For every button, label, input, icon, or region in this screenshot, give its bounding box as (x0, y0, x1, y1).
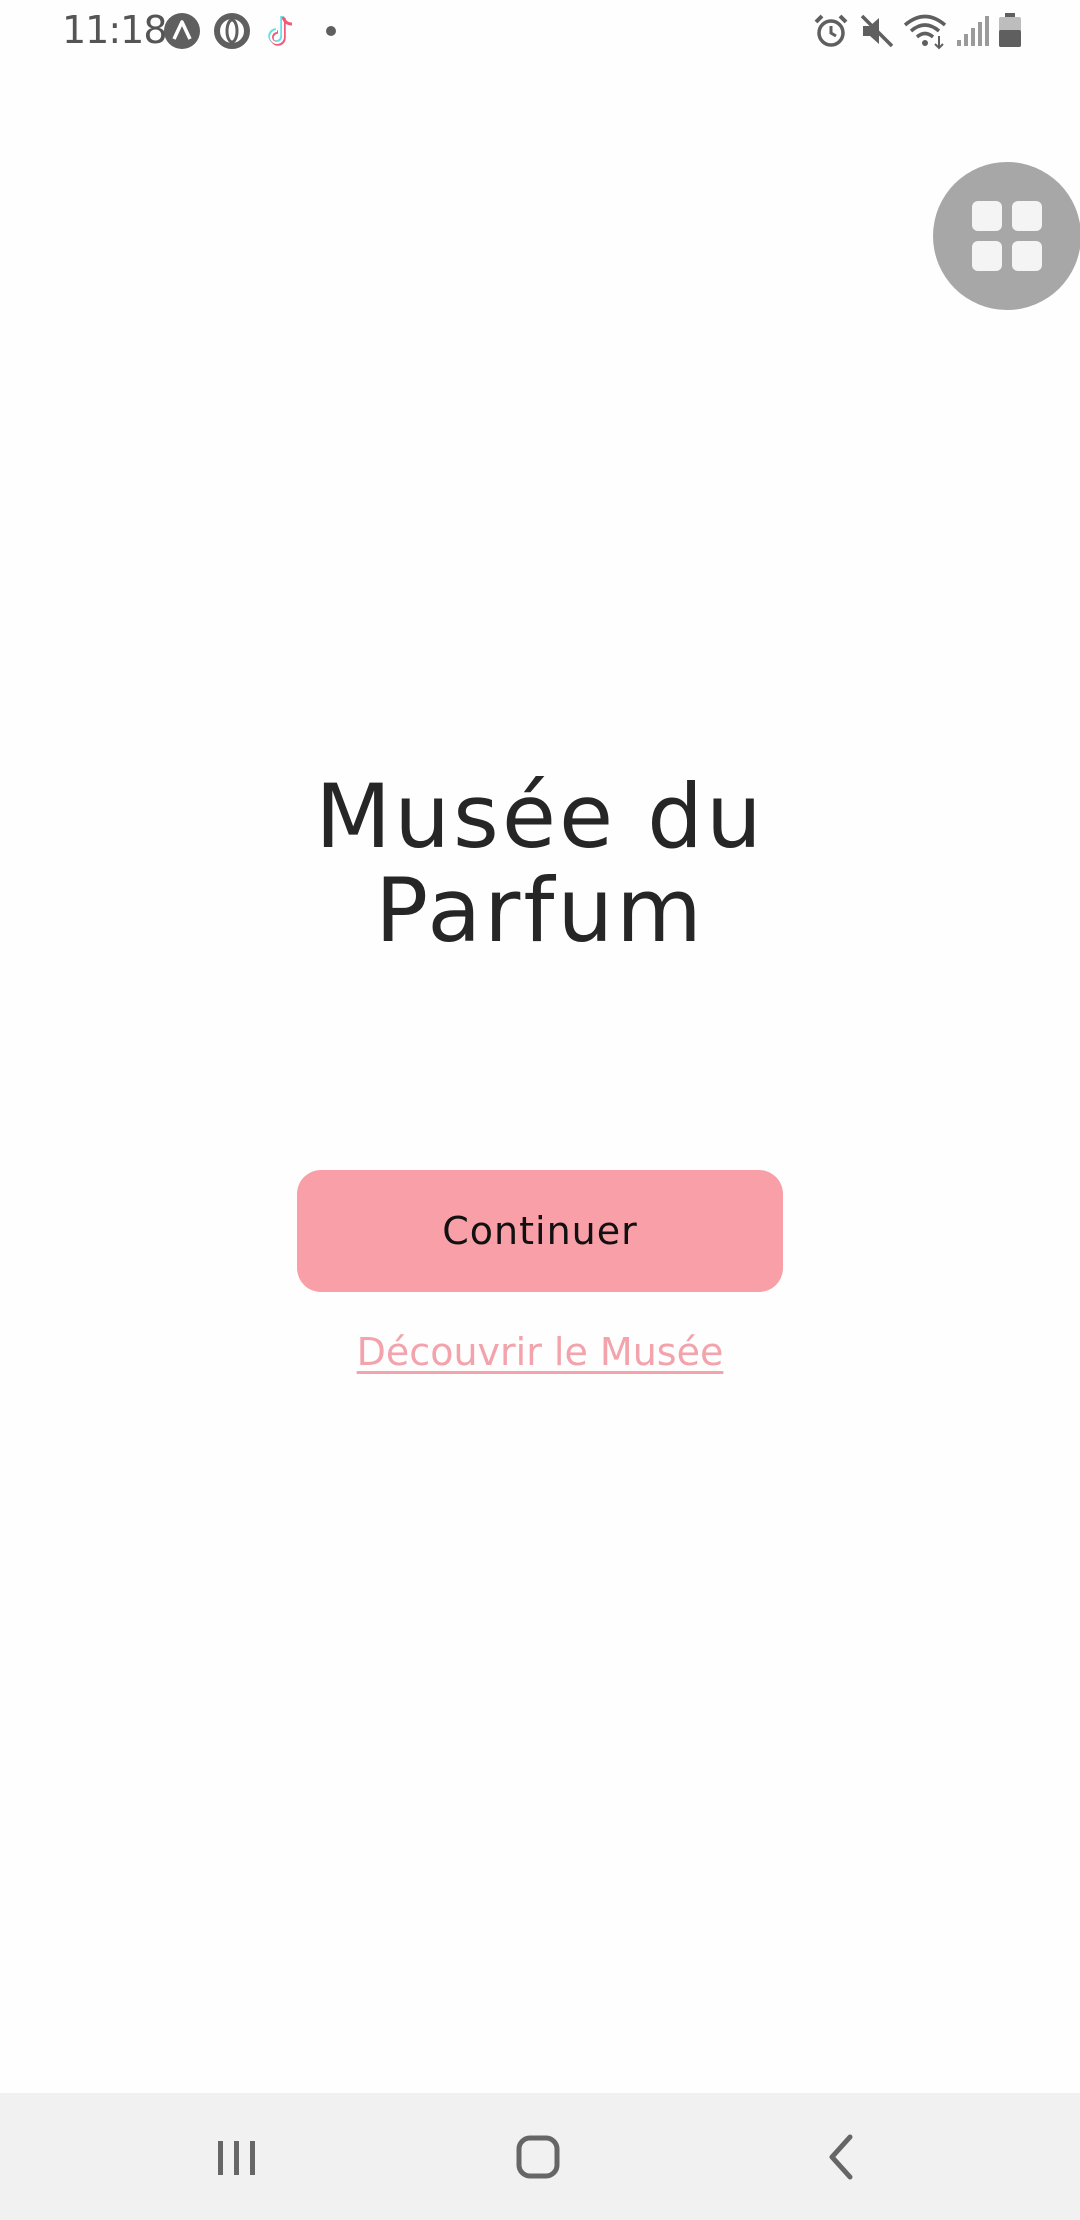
mute-icon (858, 12, 896, 50)
grid-icon (972, 201, 1042, 271)
alarm-icon (812, 12, 850, 50)
home-button[interactable] (502, 2121, 574, 2193)
tiktok-icon (262, 12, 300, 50)
discover-museum-link[interactable]: Découvrir le Musée (0, 1330, 1080, 1374)
signal-icon (953, 12, 991, 50)
battery-icon (996, 12, 1024, 50)
recents-button[interactable] (200, 2121, 272, 2193)
title-line-2: Parfum (375, 859, 705, 962)
back-button[interactable] (806, 2121, 878, 2193)
wifi-icon (903, 12, 947, 50)
back-icon (829, 2134, 853, 2180)
status-bar: 11:18 (0, 0, 1080, 62)
app-screen: 11:18 Musée du Parfum Continuer Découvri… (0, 0, 1080, 2220)
navigation-bar (0, 2093, 1080, 2220)
page-title: Musée du Parfum (0, 770, 1080, 958)
status-time: 11:18 (62, 8, 168, 52)
home-icon (516, 2135, 560, 2179)
opera-icon (213, 12, 251, 50)
app-a-icon (163, 12, 201, 50)
recents-icon (218, 2141, 255, 2175)
title-line-1: Musée du (315, 765, 765, 868)
floating-menu-button[interactable] (933, 162, 1080, 310)
notification-dot-icon (322, 22, 340, 40)
continue-button[interactable]: Continuer (297, 1170, 783, 1292)
